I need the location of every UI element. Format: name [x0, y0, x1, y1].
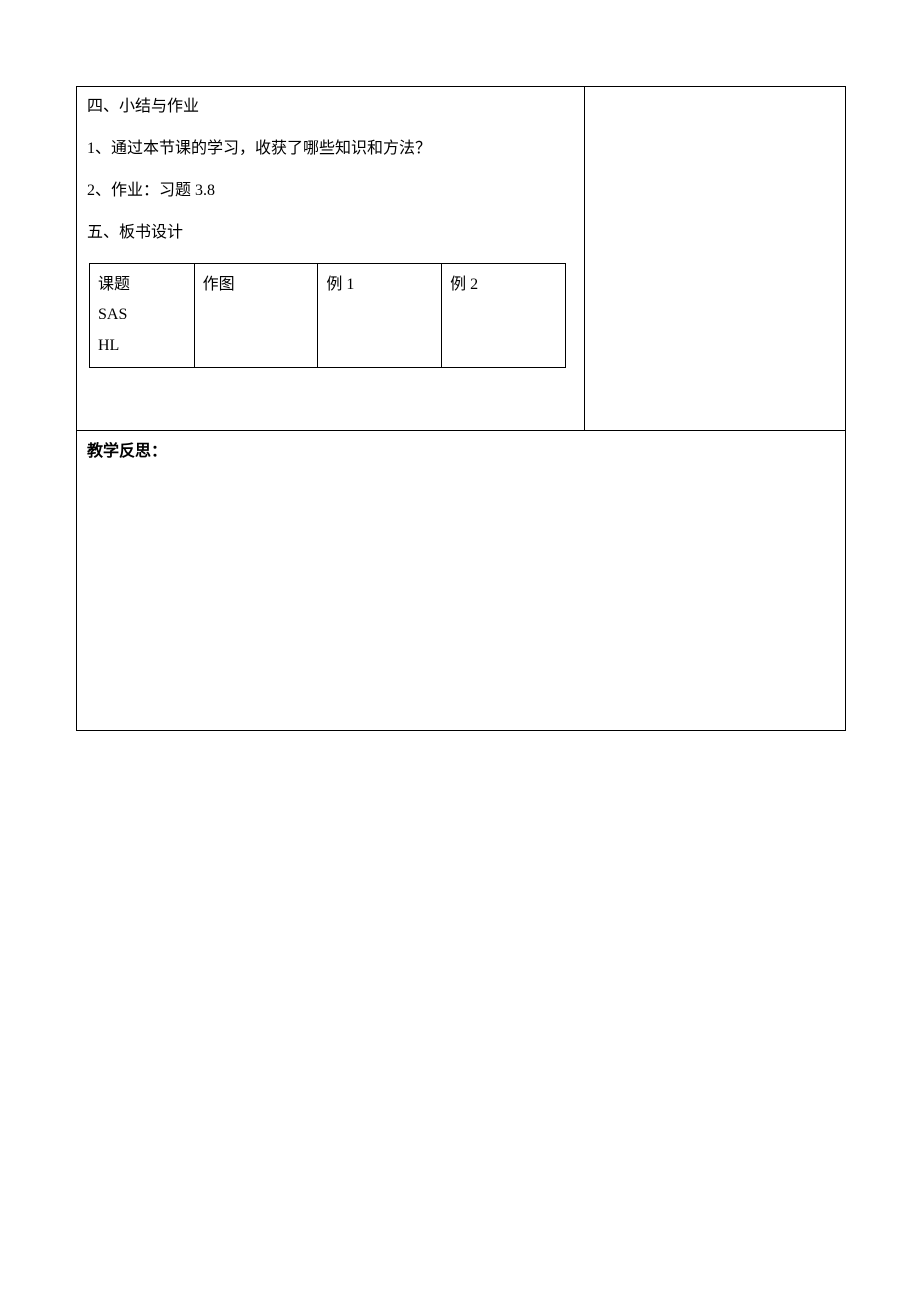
section4-item2: 2、作业：习题 3.8	[87, 179, 574, 203]
main-content-cell: 四、小结与作业 1、通过本节课的学习，收获了哪些知识和方法？ 2、作业：习题 3…	[77, 87, 585, 431]
reflection-label: 教学反思：	[87, 443, 167, 460]
board-col1-line1: 课题	[98, 270, 186, 300]
side-empty-cell	[584, 87, 845, 431]
section4-item1: 1、通过本节课的学习，收获了哪些知识和方法？	[87, 137, 574, 161]
board-col1-line2: SAS	[98, 300, 186, 330]
reflection-cell: 教学反思：	[77, 431, 846, 731]
board-col4: 例 2	[442, 264, 566, 368]
section4-title: 四、小结与作业	[87, 95, 574, 119]
board-col3: 例 1	[318, 264, 442, 368]
section5-title: 五、板书设计	[87, 221, 574, 245]
outer-layout-table: 四、小结与作业 1、通过本节课的学习，收获了哪些知识和方法？ 2、作业：习题 3…	[76, 86, 846, 731]
board-col1-line3: HL	[98, 331, 186, 361]
board-col2: 作图	[194, 264, 318, 368]
board-design-table: 课题 SAS HL 作图 例 1 例 2	[89, 263, 566, 368]
board-col1: 课题 SAS HL	[90, 264, 195, 368]
